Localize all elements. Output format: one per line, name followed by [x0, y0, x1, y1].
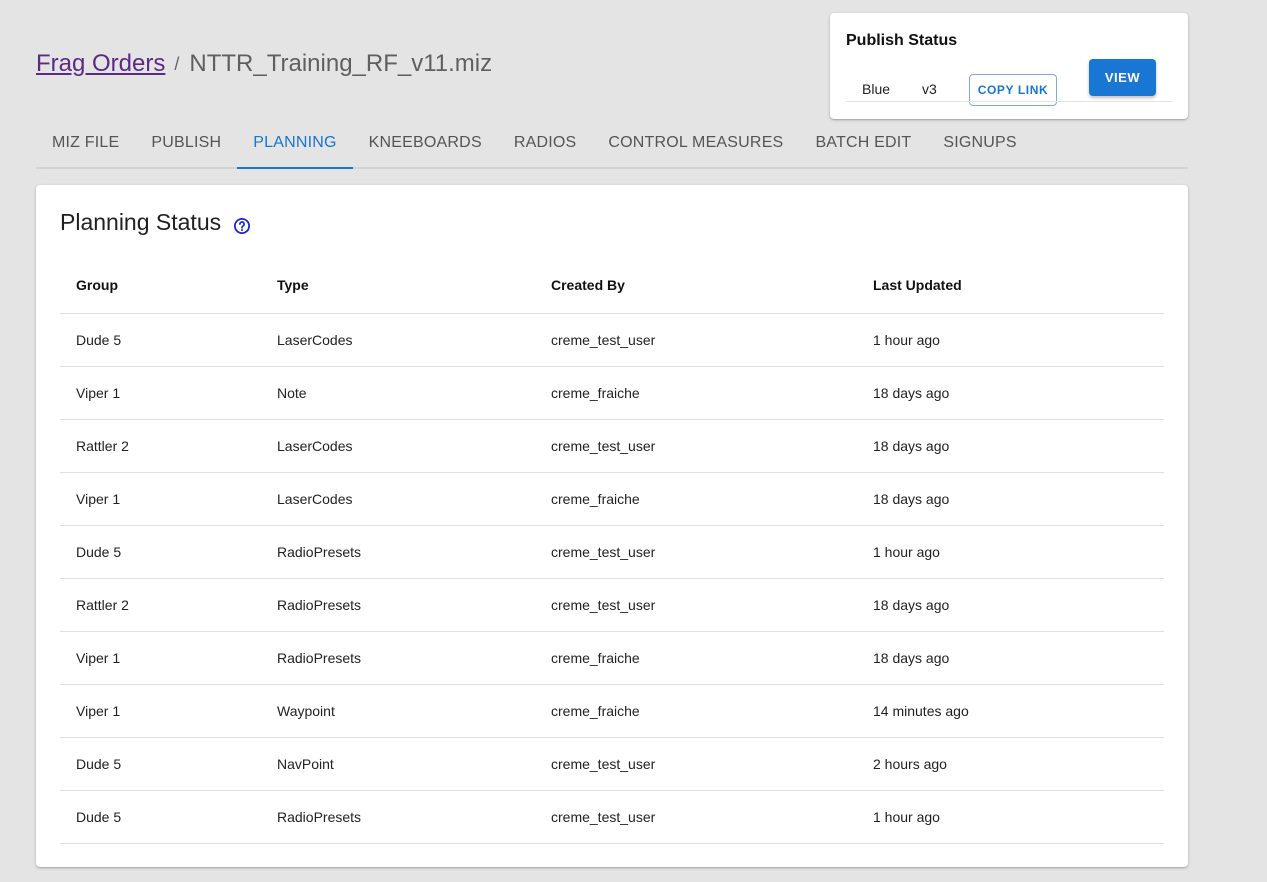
cell-last-updated: 14 minutes ago	[857, 684, 1164, 738]
column-header-last-updated[interactable]: Last Updated	[857, 257, 1164, 314]
table-row[interactable]: Dude 5 NavPoint creme_test_user 2 hours …	[60, 737, 1164, 791]
table-header-row: Group Type Created By Last Updated	[60, 257, 1164, 314]
cell-last-updated: 1 hour ago	[857, 525, 1164, 579]
tab-radios[interactable]: RADIOS	[498, 119, 593, 167]
view-button[interactable]: VIEW	[1089, 59, 1156, 96]
cell-type: LaserCodes	[261, 419, 535, 473]
cell-created-by: creme_test_user	[535, 419, 857, 473]
cell-group: Dude 5	[60, 790, 261, 844]
cell-last-updated: 18 days ago	[857, 472, 1164, 526]
column-header-group[interactable]: Group	[60, 257, 261, 314]
table-row[interactable]: Rattler 2 LaserCodes creme_test_user 18 …	[60, 419, 1164, 473]
cell-type: RadioPresets	[261, 631, 535, 685]
planning-status-panel: Planning Status Group Type Created By La…	[36, 185, 1188, 867]
cell-created-by: creme_fraiche	[535, 366, 857, 420]
publish-status-title: Publish Status	[846, 32, 958, 49]
column-header-type[interactable]: Type	[261, 257, 535, 314]
cell-created-by: creme_test_user	[535, 578, 857, 632]
table-row[interactable]: Dude 5 RadioPresets creme_test_user 1 ho…	[60, 790, 1164, 844]
cell-group: Rattler 2	[60, 578, 261, 632]
cell-type: NavPoint	[261, 737, 535, 791]
cell-type: LaserCodes	[261, 472, 535, 526]
cell-last-updated: 18 days ago	[857, 366, 1164, 420]
planning-status-title: Planning Status	[60, 209, 222, 235]
tab-planning[interactable]: PLANNING	[237, 119, 354, 169]
cell-group: Viper 1	[60, 631, 261, 685]
cell-last-updated: 18 days ago	[857, 578, 1164, 632]
cell-group: Dude 5	[60, 737, 261, 791]
tab-batch-edit[interactable]: BATCH EDIT	[799, 119, 927, 167]
publish-card-divider	[846, 101, 1172, 102]
publish-coalition: Blue	[862, 81, 891, 97]
cell-group: Rattler 2	[60, 419, 261, 473]
table-row[interactable]: Viper 1 Waypoint creme_fraiche 14 minute…	[60, 684, 1164, 738]
table-row[interactable]: Rattler 2 RadioPresets creme_test_user 1…	[60, 578, 1164, 632]
tab-signups[interactable]: SIGNUPS	[927, 119, 1032, 167]
cell-last-updated: 1 hour ago	[857, 313, 1164, 367]
publish-version: v3	[922, 81, 937, 97]
cell-created-by: creme_test_user	[535, 525, 857, 579]
cell-created-by: creme_test_user	[535, 737, 857, 791]
cell-group: Viper 1	[60, 472, 261, 526]
breadcrumb-separator: /	[174, 53, 180, 74]
cell-created-by: creme_test_user	[535, 313, 857, 367]
tab-publish[interactable]: PUBLISH	[135, 119, 237, 167]
breadcrumb-link-frag-orders[interactable]: Frag Orders	[36, 50, 165, 78]
publish-status-card: Publish Status Blue v3 COPY LINK VIEW	[830, 13, 1188, 119]
column-header-created-by[interactable]: Created By	[535, 257, 857, 314]
cell-created-by: creme_fraiche	[535, 631, 857, 685]
table-row[interactable]: Dude 5 LaserCodes creme_test_user 1 hour…	[60, 313, 1164, 367]
cell-created-by: creme_fraiche	[535, 472, 857, 526]
cell-group: Dude 5	[60, 525, 261, 579]
breadcrumb-current-file: NTTR_Training_RF_v11.miz	[189, 50, 493, 77]
cell-group: Viper 1	[60, 684, 261, 738]
cell-type: RadioPresets	[261, 578, 535, 632]
table-row[interactable]: Dude 5 RadioPresets creme_test_user 1 ho…	[60, 525, 1164, 579]
tab-bar: MIZ FILE PUBLISH PLANNING KNEEBOARDS RAD…	[36, 119, 1188, 169]
planning-table: Group Type Created By Last Updated Dude …	[60, 257, 1164, 844]
tab-control-measures[interactable]: CONTROL MEASURES	[592, 119, 799, 167]
cell-type: LaserCodes	[261, 313, 535, 367]
cell-created-by: creme_test_user	[535, 790, 857, 844]
cell-last-updated: 18 days ago	[857, 631, 1164, 685]
table-row[interactable]: Viper 1 RadioPresets creme_fraiche 18 da…	[60, 631, 1164, 685]
cell-last-updated: 2 hours ago	[857, 737, 1164, 791]
tab-miz-file[interactable]: MIZ FILE	[36, 119, 135, 167]
cell-last-updated: 18 days ago	[857, 419, 1164, 473]
cell-group: Viper 1	[60, 366, 261, 420]
cell-type: Note	[261, 366, 535, 420]
cell-group: Dude 5	[60, 313, 261, 367]
table-row[interactable]: Viper 1 Note creme_fraiche 18 days ago	[60, 366, 1164, 420]
cell-last-updated: 1 hour ago	[857, 790, 1164, 844]
cell-type: RadioPresets	[261, 525, 535, 579]
tab-kneeboards[interactable]: KNEEBOARDS	[353, 119, 498, 167]
cell-created-by: creme_fraiche	[535, 684, 857, 738]
cell-type: Waypoint	[261, 684, 535, 738]
table-row[interactable]: Viper 1 LaserCodes creme_fraiche 18 days…	[60, 472, 1164, 526]
planning-status-heading: Planning Status	[60, 209, 251, 236]
breadcrumb: Frag Orders / NTTR_Training_RF_v11.miz	[36, 50, 492, 78]
cell-type: RadioPresets	[261, 790, 535, 844]
help-icon[interactable]	[233, 214, 251, 234]
